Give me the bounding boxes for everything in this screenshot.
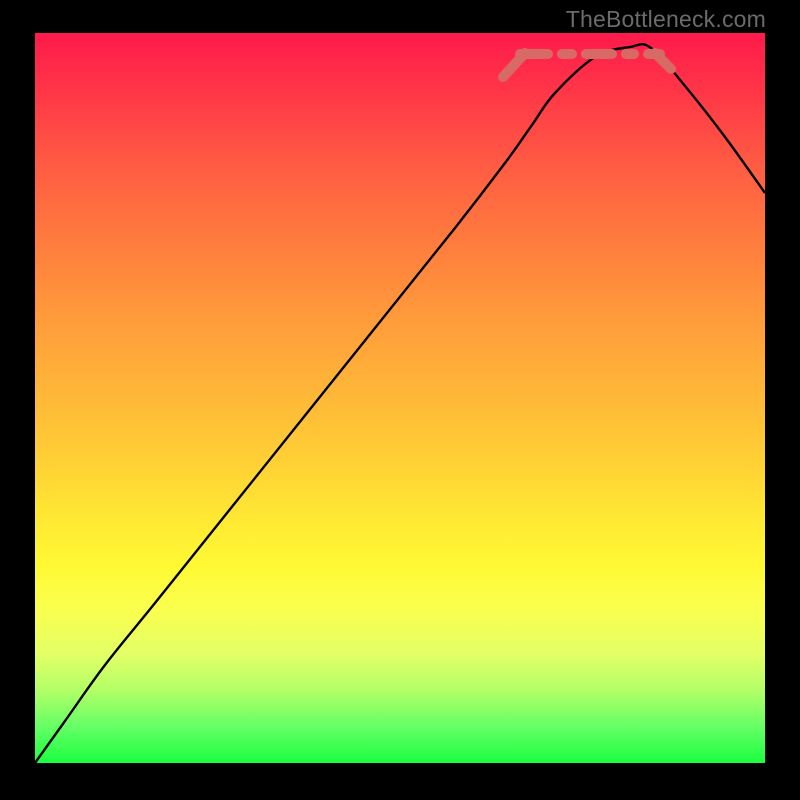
series-highlight-exit	[655, 53, 671, 69]
series-group	[35, 44, 765, 763]
chart-svg	[35, 33, 765, 763]
series-highlight-entry	[503, 53, 525, 77]
watermark-text: TheBottleneck.com	[566, 6, 766, 33]
chart-frame: TheBottleneck.com	[0, 0, 800, 800]
series-bottleneck-curve	[35, 44, 765, 763]
plot-area	[35, 33, 765, 763]
